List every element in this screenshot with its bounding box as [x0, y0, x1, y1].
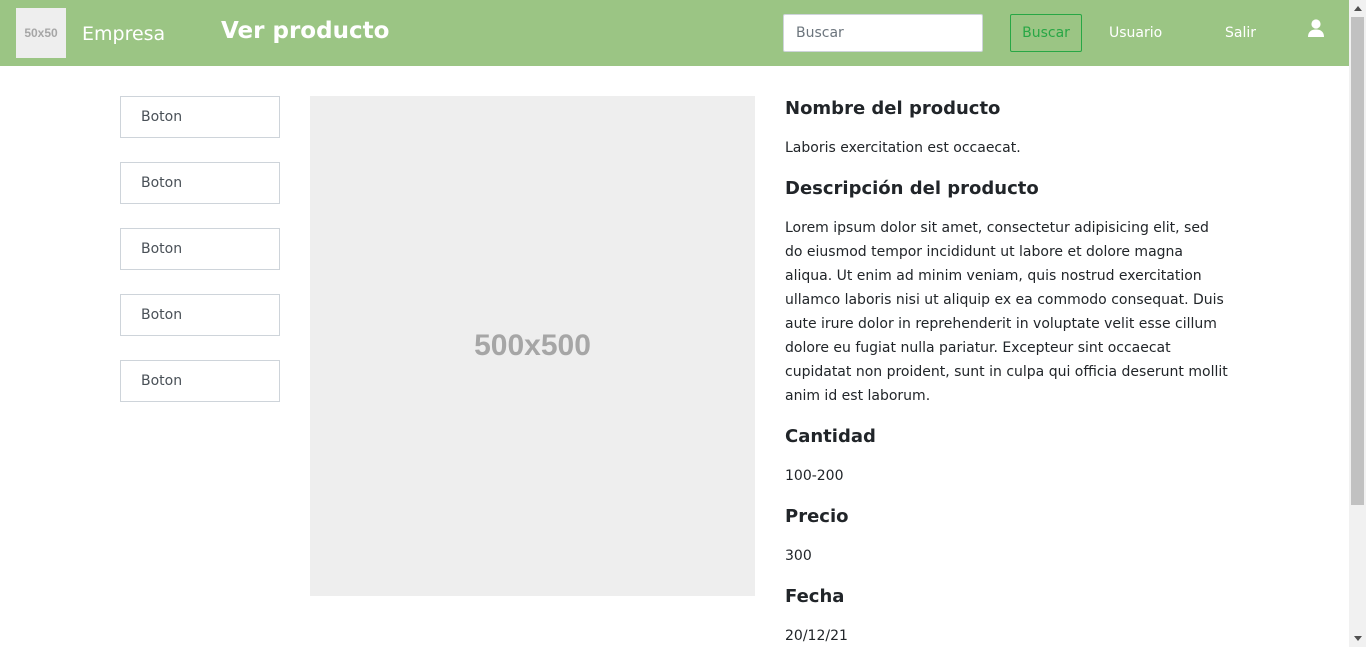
- logo[interactable]: 50x50: [16, 8, 66, 58]
- product-image-placeholder: 500x500: [474, 329, 591, 362]
- logout-link[interactable]: Salir: [1225, 24, 1256, 42]
- date-value: 20/12/21: [785, 628, 848, 644]
- scroll-up-arrow-icon[interactable]: [1349, 0, 1366, 17]
- price-value: 300: [785, 548, 812, 564]
- product-name: Laboris exercitation est occaecat.: [785, 140, 1021, 156]
- product-details: Nombre del producto Laboris exercitation…: [785, 96, 1230, 648]
- search-input[interactable]: [783, 14, 983, 52]
- price-heading: Precio: [785, 506, 849, 527]
- navbar: 50x50 Empresa Ver producto Buscar Usuari…: [0, 0, 1349, 66]
- product-name-heading: Nombre del producto: [785, 98, 1001, 119]
- quantity-value: 100-200: [785, 468, 844, 484]
- date-heading: Fecha: [785, 586, 845, 607]
- side-button-4[interactable]: Boton: [120, 294, 280, 336]
- quantity-heading: Cantidad: [785, 426, 876, 447]
- scrollbar-thumb[interactable]: [1351, 17, 1364, 505]
- side-button-3[interactable]: Boton: [120, 228, 280, 270]
- side-button-5[interactable]: Boton: [120, 360, 280, 402]
- product-image: 500x500: [310, 96, 755, 596]
- page-title: Ver producto: [221, 18, 390, 44]
- product-description: Lorem ipsum dolor sit amet, consectetur …: [785, 220, 1228, 404]
- scroll-down-arrow-icon[interactable]: [1349, 630, 1366, 647]
- vertical-scrollbar[interactable]: [1349, 0, 1366, 647]
- product-description-heading: Descripción del producto: [785, 178, 1039, 199]
- user-link[interactable]: Usuario: [1109, 24, 1162, 42]
- side-button-1[interactable]: Boton: [120, 96, 280, 138]
- brand-name[interactable]: Empresa: [82, 22, 165, 46]
- user-icon[interactable]: [1307, 19, 1325, 39]
- search-button[interactable]: Buscar: [1010, 14, 1082, 52]
- side-button-2[interactable]: Boton: [120, 162, 280, 204]
